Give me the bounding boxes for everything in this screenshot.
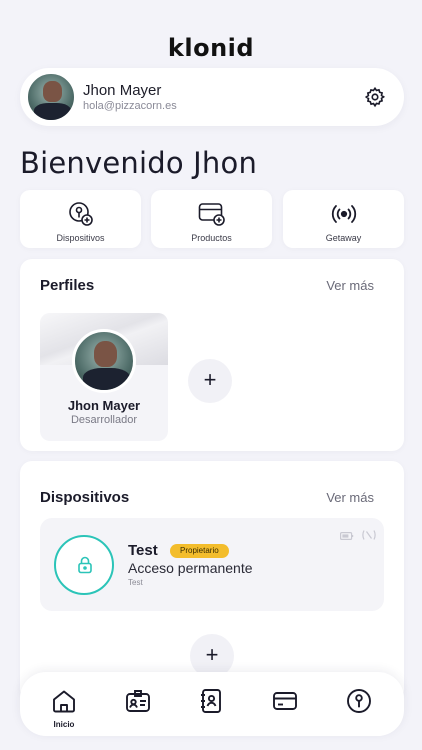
profile-avatar xyxy=(72,329,136,393)
nav-home-label: Inicio xyxy=(53,720,75,729)
user-email: hola@pizzacorn.es xyxy=(83,100,177,112)
device-status-icons xyxy=(339,528,376,546)
add-profile-button[interactable]: + xyxy=(188,359,232,403)
devices-see-more-link[interactable]: Ver más xyxy=(326,490,374,505)
device-lock-status xyxy=(54,535,114,595)
nav-keys[interactable] xyxy=(334,672,384,736)
welcome-heading: Bienvenido Jhon xyxy=(20,146,258,180)
profiles-title: Perfiles xyxy=(40,277,95,294)
key-circle-icon xyxy=(347,689,371,713)
bottom-navigation: Inicio xyxy=(20,672,404,736)
devices-title: Dispositivos xyxy=(40,489,130,506)
key-add-icon xyxy=(68,202,93,226)
user-avatar xyxy=(26,72,76,122)
nfc-icon xyxy=(362,530,376,540)
contacts-book-icon xyxy=(201,689,221,713)
nav-id-card[interactable] xyxy=(113,672,163,736)
nav-home[interactable]: Inicio xyxy=(39,672,89,736)
device-subtitle: Test xyxy=(128,578,143,587)
device-card[interactable]: Test Propietario Acceso permanente Test xyxy=(40,518,384,611)
device-access: Acceso permanente xyxy=(128,560,253,576)
user-name: Jhon Mayer xyxy=(83,82,162,99)
profile-role: Desarrollador xyxy=(70,414,138,426)
profile-name: Jhon Mayer xyxy=(67,398,141,413)
quick-action-label: Getaway xyxy=(325,233,362,243)
quick-action-productos[interactable]: Productos xyxy=(151,190,272,248)
home-icon xyxy=(53,690,75,713)
owner-badge: Propietario xyxy=(170,544,229,558)
profiles-see-more-link[interactable]: Ver más xyxy=(326,278,374,293)
nav-contacts[interactable] xyxy=(186,672,236,736)
quick-action-label: Dispositivos xyxy=(56,233,105,243)
device-name: Test xyxy=(128,542,158,559)
card-add-icon xyxy=(198,203,225,226)
broadcast-icon xyxy=(331,205,356,223)
app-logo: klonid xyxy=(167,34,255,62)
quick-action-dispositivos[interactable]: Dispositivos xyxy=(20,190,141,248)
profile-card[interactable]: Jhon Mayer Desarrollador xyxy=(40,313,168,441)
profiles-panel: Perfiles Ver más Jhon Mayer Desarrollado… xyxy=(20,259,404,451)
battery-icon xyxy=(339,532,353,541)
nav-cards[interactable] xyxy=(260,672,310,736)
quick-action-getaway[interactable]: Getaway xyxy=(283,190,404,248)
quick-action-label: Productos xyxy=(191,233,232,243)
credit-card-icon xyxy=(273,692,297,710)
devices-panel: Dispositivos Ver más Test Propietario Ac… xyxy=(20,461,404,701)
user-profile-card[interactable]: Jhon Mayer hola@pizzacorn.es xyxy=(20,68,404,126)
gear-icon[interactable] xyxy=(364,86,386,108)
id-badge-icon xyxy=(126,690,150,712)
lock-icon xyxy=(78,556,92,574)
